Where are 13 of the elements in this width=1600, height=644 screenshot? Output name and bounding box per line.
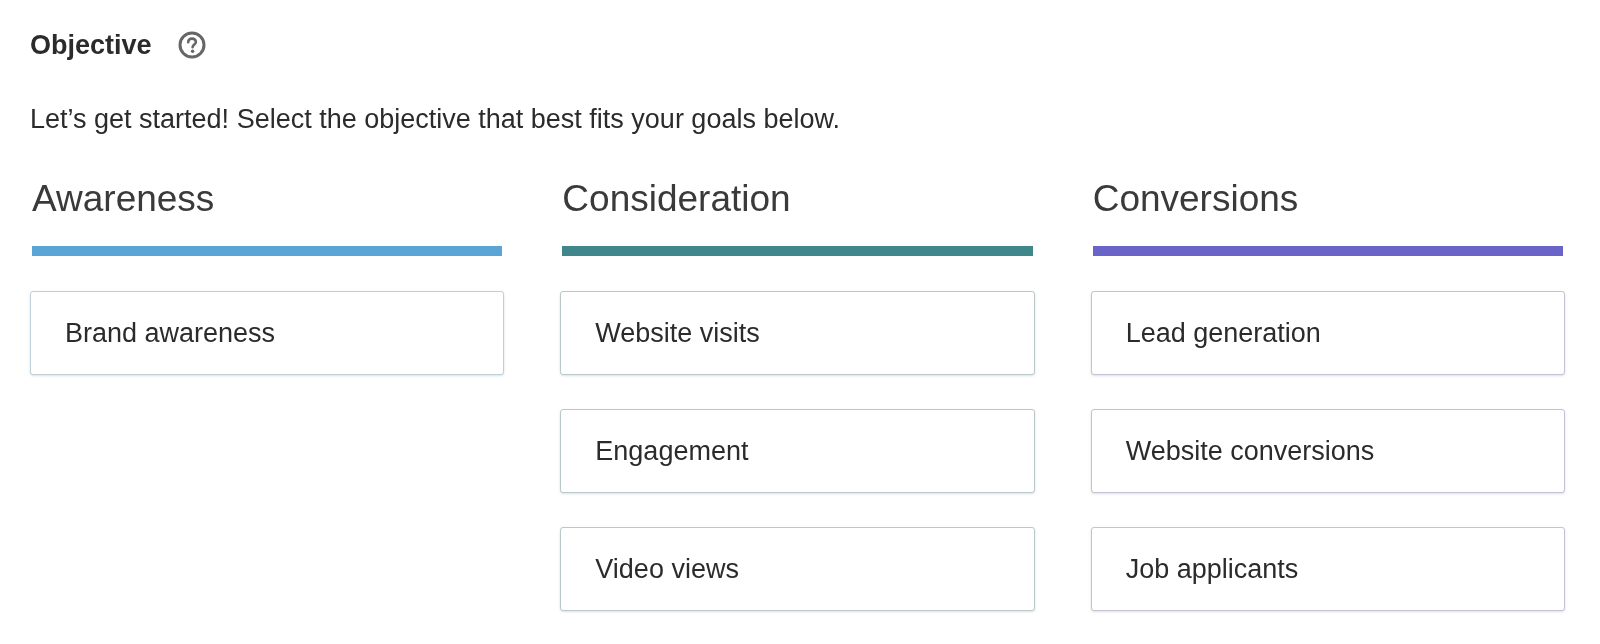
section-title: Objective — [30, 31, 152, 59]
category-heading: Conversions — [1091, 180, 1299, 221]
category-heading: Consideration — [561, 180, 791, 221]
objective-option[interactable]: Lead generation — [1090, 291, 1565, 375]
category-heading: Awareness — [31, 180, 215, 221]
help-icon[interactable] — [177, 31, 206, 59]
objective-option[interactable]: Video views — [560, 527, 1035, 611]
instruction-text: Let’s get started! Select the objective that best fits your goals below. — [30, 106, 840, 133]
objective-option[interactable]: Engagement — [560, 409, 1035, 493]
objective-option[interactable]: Website visits — [560, 291, 1035, 375]
objective-option[interactable]: Job applicants — [1090, 527, 1565, 611]
objective-option[interactable]: Website conversions — [1090, 409, 1565, 493]
objective-option[interactable]: Brand awareness — [30, 291, 505, 375]
